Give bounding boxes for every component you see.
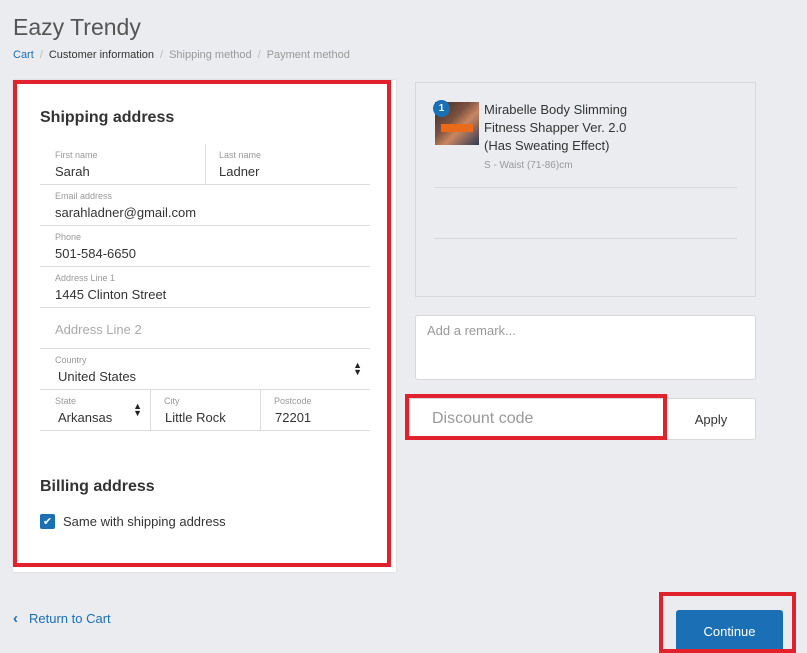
city-value: Little Rock xyxy=(165,410,226,425)
remark-input[interactable]: Add a remark... xyxy=(415,315,756,380)
return-to-cart-label: Return to Cart xyxy=(29,611,111,626)
address-line-1-field[interactable]: Address Line 1 1445 Clinton Street xyxy=(40,267,370,308)
product-variant: S - Waist (71-86)cm xyxy=(484,160,573,171)
first-name-value: Sarah xyxy=(55,164,90,179)
quantity-badge: 1 xyxy=(433,100,450,117)
email-label: Email address xyxy=(55,191,113,201)
address-line-1-value: 1445 Clinton Street xyxy=(55,287,167,302)
remark-placeholder: Add a remark... xyxy=(427,323,516,338)
billing-address-title: Billing address xyxy=(40,478,155,495)
shipping-address-title: Shipping address xyxy=(40,109,175,126)
postcode-field[interactable]: Postcode 72201 xyxy=(260,390,370,431)
email-field[interactable]: Email address sarahladner@gmail.com xyxy=(40,185,370,226)
address-line-1-label: Address Line 1 xyxy=(55,273,116,283)
postcode-value: 72201 xyxy=(275,410,312,425)
city-label: City xyxy=(164,396,180,406)
customer-info-form: Shipping address First name Sarah Last n… xyxy=(13,80,396,572)
chevron-left-icon: ‹ xyxy=(13,610,18,627)
select-arrows-icon: ▲ ▼ xyxy=(133,401,142,418)
summary-divider xyxy=(434,238,737,239)
breadcrumb-shipping-method: Shipping method xyxy=(169,49,252,61)
breadcrumb: Cart / Customer information / Shipping metho… xyxy=(13,49,350,61)
checkmark-icon: ✔ xyxy=(42,516,53,528)
email-value: sarahladner@gmail.com xyxy=(55,205,197,220)
phone-value: 501-584-6650 xyxy=(55,246,136,261)
last-name-value: Ladner xyxy=(219,164,260,179)
state-value: Arkansas xyxy=(58,410,113,425)
state-select[interactable]: State Arkansas ▲ ▼ xyxy=(40,390,150,431)
country-value: United States xyxy=(58,369,137,384)
breadcrumb-separator: / xyxy=(257,49,261,61)
breadcrumb-customer-information: Customer information xyxy=(48,49,154,61)
breadcrumb-separator: / xyxy=(160,49,164,61)
continue-button[interactable]: Continue xyxy=(676,610,783,653)
state-city-postcode-row: State Arkansas ▲ ▼ City Little Rock Postc… xyxy=(40,390,370,431)
breadcrumb-separator: / xyxy=(39,49,43,61)
discount-code-input[interactable]: Discount code xyxy=(409,398,667,440)
last-name-label: Last name xyxy=(219,150,262,160)
discount-code-placeholder: Discount code xyxy=(432,410,534,427)
shipping-fields: First name Sarah Last name Ladner Email … xyxy=(40,144,370,431)
order-summary: 1 Mirabelle Body Slimming Fitness Shappe… xyxy=(415,82,756,297)
country-select[interactable]: Country United States ▲ ▼ xyxy=(40,349,370,390)
first-name-field[interactable]: First name Sarah xyxy=(40,144,205,185)
product-name: Mirabelle Body Slimming Fitness Shapper … xyxy=(484,102,628,153)
apply-discount-button[interactable]: Apply xyxy=(666,398,756,440)
return-to-cart-link[interactable]: ‹ Return to Cart xyxy=(13,611,111,626)
first-name-label: First name xyxy=(55,150,98,160)
address-line-2-field[interactable]: Address Line 2 xyxy=(40,308,370,349)
country-label: Country xyxy=(55,355,87,365)
same-as-shipping-label: Same with shipping address xyxy=(63,514,226,529)
postcode-label: Postcode xyxy=(274,396,312,406)
same-as-shipping-option[interactable]: ✔ Same with shipping address xyxy=(40,514,226,529)
same-as-shipping-checkbox[interactable]: ✔ xyxy=(40,514,55,529)
city-field[interactable]: City Little Rock xyxy=(150,390,260,431)
state-label: State xyxy=(55,396,77,406)
store-title: Eazy Trendy xyxy=(13,14,141,40)
name-row: First name Sarah Last name Ladner xyxy=(40,144,370,185)
breadcrumb-payment-method: Payment method xyxy=(266,49,350,61)
phone-label: Phone xyxy=(55,232,82,242)
select-arrows-icon: ▲ ▼ xyxy=(353,360,362,377)
breadcrumb-cart[interactable]: Cart xyxy=(13,49,34,61)
address-line-2-placeholder: Address Line 2 xyxy=(55,322,142,337)
summary-divider xyxy=(434,187,737,188)
last-name-field[interactable]: Last name Ladner xyxy=(205,144,370,185)
phone-field[interactable]: Phone 501-584-6650 xyxy=(40,226,370,267)
